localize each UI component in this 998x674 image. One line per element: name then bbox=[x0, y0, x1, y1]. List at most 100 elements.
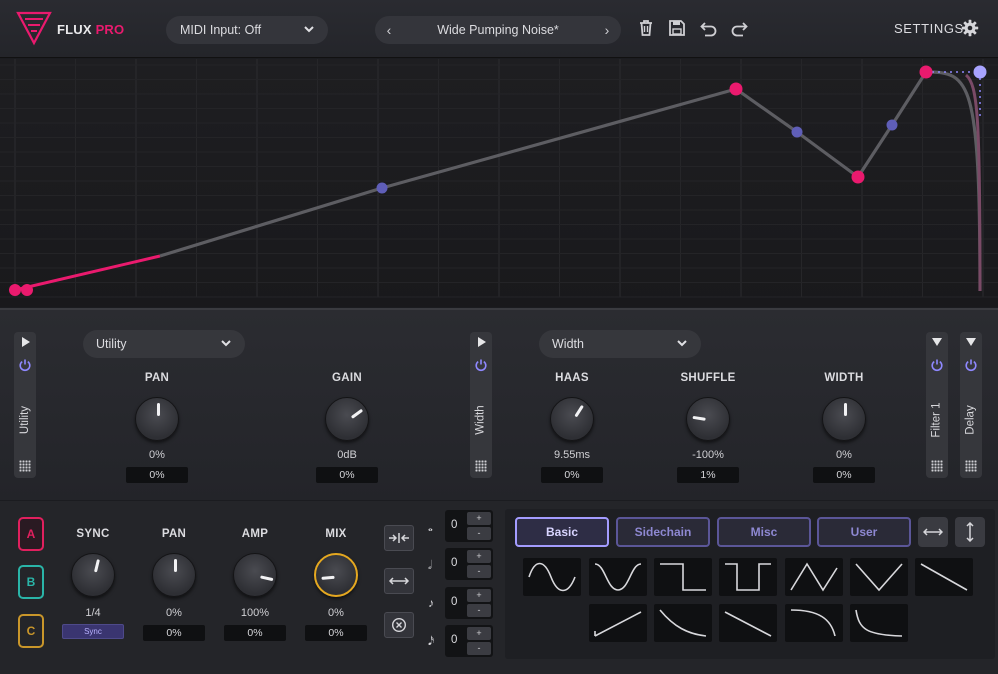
utility-dropdown[interactable]: Utility bbox=[83, 330, 245, 358]
preset-name: Wide Pumping Noise* bbox=[437, 23, 559, 37]
mod-amount-field[interactable]: 0% bbox=[143, 625, 205, 641]
shape-saw-up[interactable] bbox=[589, 604, 647, 642]
shape-sharp-decay[interactable] bbox=[850, 604, 908, 642]
collapse-icon[interactable] bbox=[932, 338, 942, 346]
haas-knob[interactable] bbox=[550, 397, 594, 441]
mod-amount-field[interactable]: 0% bbox=[813, 467, 875, 483]
shape-triangle[interactable] bbox=[785, 558, 843, 596]
shape-cosine[interactable] bbox=[589, 558, 647, 596]
width-dropdown[interactable]: Width bbox=[539, 330, 701, 358]
lfo-pan-knob[interactable] bbox=[152, 553, 196, 597]
trash-icon[interactable] bbox=[636, 18, 656, 38]
mod-amount-field[interactable]: 0% bbox=[541, 467, 603, 483]
flip-vertical-button[interactable] bbox=[955, 517, 985, 547]
grid-icon[interactable] bbox=[19, 460, 31, 472]
curve-node-start-2[interactable] bbox=[21, 284, 33, 296]
grid-icon[interactable] bbox=[931, 460, 943, 472]
envelope-canvas[interactable] bbox=[0, 59, 998, 307]
shape-v[interactable] bbox=[850, 558, 908, 596]
redo-icon[interactable] bbox=[729, 18, 749, 38]
eighth-note-stepper[interactable]: 0 + - bbox=[445, 587, 493, 619]
width-knob[interactable] bbox=[822, 397, 866, 441]
power-icon[interactable] bbox=[474, 358, 488, 372]
preset-selector[interactable]: ‹ Wide Pumping Noise* › bbox=[375, 16, 621, 44]
chevron-down-icon bbox=[304, 26, 314, 33]
increment-button[interactable]: + bbox=[467, 550, 491, 563]
shape-library: Basic Sidechain Misc User bbox=[505, 509, 995, 659]
mod-amount-field[interactable]: 1% bbox=[677, 467, 739, 483]
tab-sidechain[interactable]: Sidechain bbox=[616, 517, 710, 547]
compress-button[interactable] bbox=[384, 525, 414, 551]
collapse-icon[interactable] bbox=[966, 338, 976, 346]
tab-misc[interactable]: Misc bbox=[717, 517, 811, 547]
whole-note-stepper[interactable]: 0 + - bbox=[445, 510, 493, 542]
half-note-stepper[interactable]: 0 + - bbox=[445, 548, 493, 580]
flip-horizontal-button[interactable] bbox=[918, 517, 948, 547]
curve-node[interactable] bbox=[851, 170, 865, 184]
fx-slot-width[interactable]: Width bbox=[470, 332, 492, 478]
increment-button[interactable]: + bbox=[467, 589, 491, 602]
mod-amount-field[interactable]: 0% bbox=[316, 467, 378, 483]
power-icon[interactable] bbox=[930, 358, 944, 372]
play-icon[interactable] bbox=[478, 337, 486, 347]
power-icon[interactable] bbox=[964, 358, 978, 372]
grid-icon[interactable] bbox=[965, 460, 977, 472]
save-icon[interactable] bbox=[667, 18, 687, 38]
shape-ramp-down[interactable] bbox=[915, 558, 973, 596]
shape-exp-decay[interactable] bbox=[654, 604, 712, 642]
mod-amount-field[interactable]: 0% bbox=[126, 467, 188, 483]
decrement-button[interactable]: - bbox=[467, 565, 491, 578]
curve-handle[interactable] bbox=[376, 182, 388, 194]
curve-node-start[interactable] bbox=[9, 284, 21, 296]
lfo-slot-c-button[interactable]: C bbox=[18, 614, 44, 648]
shape-exp-fall[interactable] bbox=[785, 604, 843, 642]
shape-square[interactable] bbox=[654, 558, 712, 596]
sixteenth-note-stepper[interactable]: 0 + - bbox=[445, 625, 493, 657]
mod-amount-field[interactable]: 0% bbox=[224, 625, 286, 641]
shuffle-knob[interactable] bbox=[686, 397, 730, 441]
lfo-slot-a-button[interactable]: A bbox=[18, 517, 44, 551]
fx-slot-utility[interactable]: Utility bbox=[14, 332, 36, 478]
decrement-button[interactable]: - bbox=[467, 642, 491, 655]
grid-icon[interactable] bbox=[475, 460, 487, 472]
pan-knob[interactable] bbox=[135, 397, 179, 441]
tab-user[interactable]: User bbox=[817, 517, 911, 547]
gear-icon[interactable] bbox=[961, 19, 979, 37]
lfo-pan-knob-group: PAN 0% 0% bbox=[134, 528, 214, 641]
mix-knob[interactable] bbox=[314, 553, 358, 597]
curve-node[interactable] bbox=[729, 82, 743, 96]
gain-knob[interactable] bbox=[325, 397, 369, 441]
chevron-right-icon[interactable]: › bbox=[595, 16, 619, 44]
lfo-slot-b-button[interactable]: B bbox=[18, 565, 44, 599]
chevron-left-icon[interactable]: ‹ bbox=[377, 16, 401, 44]
play-icon[interactable] bbox=[22, 337, 30, 347]
increment-button[interactable]: + bbox=[467, 627, 491, 640]
increment-button[interactable]: + bbox=[467, 512, 491, 525]
loop-end-node[interactable] bbox=[973, 65, 987, 79]
knob-pointer bbox=[156, 403, 160, 416]
sync-knob-group: SYNC 1/4 Sync bbox=[53, 528, 133, 639]
curve-handle[interactable] bbox=[886, 119, 898, 131]
midi-input-dropdown[interactable]: MIDI Input: Off bbox=[166, 16, 328, 44]
stretch-button[interactable] bbox=[384, 568, 414, 594]
shape-sine[interactable] bbox=[523, 558, 581, 596]
shape-inverted-square[interactable] bbox=[719, 558, 777, 596]
fx-slot-filter-1[interactable]: Filter 1 bbox=[926, 332, 948, 478]
undo-icon[interactable] bbox=[699, 18, 719, 38]
clear-button[interactable] bbox=[384, 612, 414, 638]
amp-knob[interactable] bbox=[233, 553, 277, 597]
curve-handle[interactable] bbox=[791, 126, 803, 138]
curve-node[interactable] bbox=[919, 65, 933, 79]
fx-slot-delay[interactable]: Delay bbox=[960, 332, 982, 478]
sync-knob[interactable] bbox=[71, 553, 115, 597]
shape-linear-down[interactable] bbox=[719, 604, 777, 642]
settings-button[interactable]: SETTINGS bbox=[894, 21, 964, 36]
decrement-button[interactable]: - bbox=[467, 527, 491, 540]
tab-basic[interactable]: Basic bbox=[515, 517, 609, 547]
sync-toggle[interactable]: Sync bbox=[62, 624, 124, 639]
envelope-editor[interactable] bbox=[0, 59, 998, 307]
decrement-button[interactable]: - bbox=[467, 604, 491, 617]
power-icon[interactable] bbox=[18, 358, 32, 372]
clear-icon bbox=[391, 617, 407, 633]
mod-amount-field[interactable]: 0% bbox=[305, 625, 367, 641]
